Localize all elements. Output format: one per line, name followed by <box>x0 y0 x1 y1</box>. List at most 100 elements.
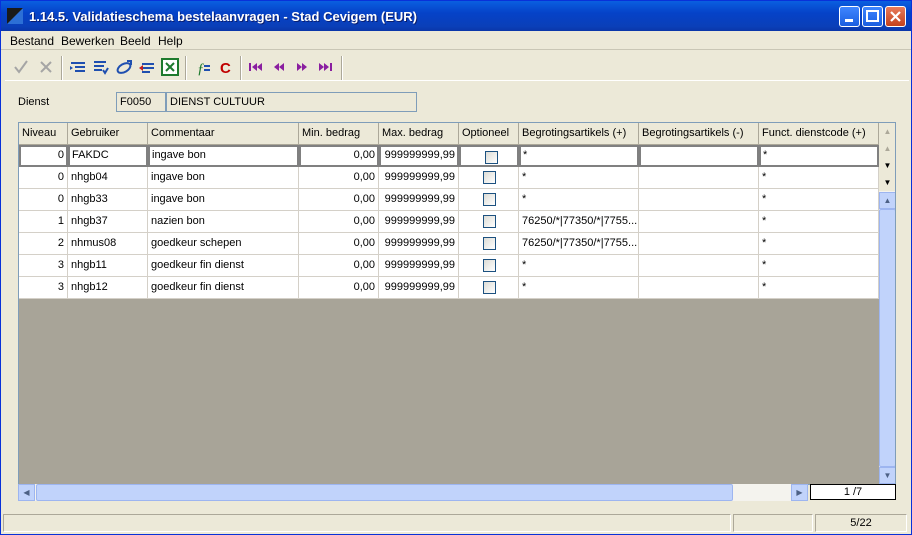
calculate-button[interactable]: ƒ <box>192 56 214 78</box>
optioneel-checkbox[interactable] <box>483 237 496 250</box>
cell-gebruiker[interactable]: nhmus08 <box>68 233 148 255</box>
cell-begrotingsartikels-min[interactable] <box>639 145 759 167</box>
cell-funct-dienstcode[interactable]: * <box>759 145 879 167</box>
link-button[interactable] <box>113 56 135 78</box>
table-row[interactable]: 3 nhgb12 goedkeur fin dienst 0,00 999999999,… <box>19 277 879 299</box>
scroll-down-button[interactable]: ▼ <box>879 467 895 484</box>
last-record-button[interactable] <box>314 56 336 78</box>
menu-bewerken[interactable]: Bewerken <box>61 34 114 48</box>
cell-max-bedrag[interactable]: 999999999,99 <box>379 167 459 189</box>
col-header-min-bedrag[interactable]: Min. bedrag <box>299 123 379 145</box>
scroll-left-button[interactable]: ◀ <box>18 484 35 501</box>
menu-help[interactable]: Help <box>158 34 183 48</box>
cell-min-bedrag[interactable]: 0,00 <box>299 167 379 189</box>
cell-gebruiker[interactable]: nhgb12 <box>68 277 148 299</box>
next-record-button[interactable] <box>291 56 313 78</box>
menu-beeld[interactable]: Beeld <box>120 34 151 48</box>
cell-niveau[interactable]: 2 <box>19 233 68 255</box>
cell-min-bedrag[interactable]: 0,00 <box>299 255 379 277</box>
outdent-button[interactable] <box>90 56 112 78</box>
col-header-optioneel[interactable]: Optioneel <box>459 123 519 145</box>
maximize-button[interactable] <box>862 6 883 27</box>
cell-begrotingsartikels-plus[interactable]: * <box>519 167 639 189</box>
cell-commentaar[interactable]: goedkeur fin dienst <box>148 277 299 299</box>
dienst-code-field[interactable]: F0050 <box>116 92 166 112</box>
cell-min-bedrag[interactable]: 0,00 <box>299 277 379 299</box>
cell-max-bedrag[interactable]: 999999999,99 <box>379 277 459 299</box>
cell-begrotingsartikels-plus[interactable]: * <box>519 189 639 211</box>
cell-begrotingsartikels-min[interactable] <box>639 233 759 255</box>
scroll-right-button[interactable]: ▶ <box>791 484 808 501</box>
cell-optioneel[interactable] <box>459 145 519 167</box>
cell-begrotingsartikels-min[interactable] <box>639 211 759 233</box>
cell-funct-dienstcode[interactable]: * <box>759 211 879 233</box>
cell-niveau[interactable]: 0 <box>19 145 68 167</box>
cell-min-bedrag[interactable]: 0,00 <box>299 145 379 167</box>
cell-commentaar[interactable]: ingave bon <box>148 167 299 189</box>
scroll-prev-page-button[interactable]: ▲ <box>879 140 895 157</box>
cell-min-bedrag[interactable]: 0,00 <box>299 189 379 211</box>
cell-min-bedrag[interactable]: 0,00 <box>299 233 379 255</box>
table-row[interactable]: 0 nhgb04 ingave bon 0,00 999999999,99 * * <box>19 167 879 189</box>
cell-gebruiker[interactable]: nhgb33 <box>68 189 148 211</box>
optioneel-checkbox[interactable] <box>483 193 496 206</box>
cell-begrotingsartikels-plus[interactable]: 76250/*|77350/*|7755... <box>519 233 639 255</box>
cell-min-bedrag[interactable]: 0,00 <box>299 211 379 233</box>
cell-optioneel[interactable] <box>459 233 519 255</box>
first-record-button[interactable] <box>245 56 267 78</box>
table-row[interactable]: 1 nhgb37 nazien bon 0,00 999999999,99 76250/*… <box>19 211 879 233</box>
cell-optioneel[interactable] <box>459 277 519 299</box>
col-header-commentaar[interactable]: Commentaar <box>148 123 299 145</box>
vertical-scrollbar[interactable]: ▲ ▲ ▼ ▼ ▲ ▼ <box>879 123 895 484</box>
cell-begrotingsartikels-min[interactable] <box>639 277 759 299</box>
table-row[interactable]: 0 FAKDC ingave bon 0,00 999999999,99 * * <box>19 145 879 167</box>
col-header-funct-dienstcode[interactable]: Funct. dienstcode (+) <box>759 123 879 145</box>
cell-gebruiker[interactable]: nhgb04 <box>68 167 148 189</box>
cell-optioneel[interactable] <box>459 255 519 277</box>
table-row[interactable]: 2 nhmus08 goedkeur schepen 0,00 999999999,99… <box>19 233 879 255</box>
cell-niveau[interactable]: 3 <box>19 255 68 277</box>
cell-niveau[interactable]: 0 <box>19 167 68 189</box>
cell-begrotingsartikels-plus[interactable]: 76250/*|77350/*|7755... <box>519 211 639 233</box>
title-bar[interactable]: 1.14.5. Validatieschema bestelaanvragen … <box>1 1 911 31</box>
cell-begrotingsartikels-min[interactable] <box>639 255 759 277</box>
confirm-button[interactable] <box>10 56 32 78</box>
col-header-niveau[interactable]: Niveau <box>19 123 68 145</box>
cell-funct-dienstcode[interactable]: * <box>759 255 879 277</box>
refresh-button[interactable]: C <box>215 56 237 78</box>
cell-niveau[interactable]: 1 <box>19 211 68 233</box>
optioneel-checkbox[interactable] <box>485 151 498 164</box>
cell-funct-dienstcode[interactable]: * <box>759 189 879 211</box>
cell-optioneel[interactable] <box>459 189 519 211</box>
cell-gebruiker[interactable]: nhgb11 <box>68 255 148 277</box>
cell-max-bedrag[interactable]: 999999999,99 <box>379 189 459 211</box>
horizontal-scroll-thumb[interactable] <box>36 484 733 501</box>
optioneel-checkbox[interactable] <box>483 259 496 272</box>
back-button[interactable] <box>136 56 158 78</box>
cell-niveau[interactable]: 3 <box>19 277 68 299</box>
optioneel-checkbox[interactable] <box>483 171 496 184</box>
optioneel-checkbox[interactable] <box>483 215 496 228</box>
cell-funct-dienstcode[interactable]: * <box>759 167 879 189</box>
indent-button[interactable] <box>67 56 89 78</box>
excel-export-button[interactable] <box>159 56 181 78</box>
col-header-begrotingsartikels-min[interactable]: Begrotingsartikels (-) <box>639 123 759 145</box>
cell-max-bedrag[interactable]: 999999999,99 <box>379 145 459 167</box>
cell-commentaar[interactable]: goedkeur fin dienst <box>148 255 299 277</box>
scroll-last-button[interactable]: ▼ <box>879 174 895 191</box>
previous-record-button[interactable] <box>268 56 290 78</box>
cell-begrotingsartikels-min[interactable] <box>639 167 759 189</box>
col-header-begrotingsartikels-plus[interactable]: Begrotingsartikels (+) <box>519 123 639 145</box>
scroll-first-button[interactable]: ▲ <box>879 123 895 140</box>
cell-max-bedrag[interactable]: 999999999,99 <box>379 233 459 255</box>
cell-funct-dienstcode[interactable]: * <box>759 277 879 299</box>
cell-gebruiker[interactable]: FAKDC <box>68 145 148 167</box>
cell-begrotingsartikels-plus[interactable]: * <box>519 277 639 299</box>
cell-commentaar[interactable]: nazien bon <box>148 211 299 233</box>
cell-gebruiker[interactable]: nhgb37 <box>68 211 148 233</box>
cell-optioneel[interactable] <box>459 167 519 189</box>
col-header-gebruiker[interactable]: Gebruiker <box>68 123 148 145</box>
menu-bestand[interactable]: Bestand <box>10 34 54 48</box>
optioneel-checkbox[interactable] <box>483 281 496 294</box>
cell-begrotingsartikels-plus[interactable]: * <box>519 255 639 277</box>
